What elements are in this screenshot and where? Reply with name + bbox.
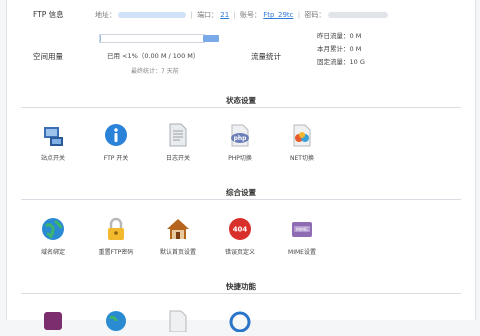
svg-text:404: 404 [233, 226, 248, 234]
shortcut-3-icon [166, 308, 190, 333]
tile-domain-binding[interactable]: 域名绑定 [23, 217, 83, 256]
password-value[interactable] [327, 12, 388, 18]
account-value[interactable]: Ftp_29tc [263, 11, 293, 19]
section-title-shortcuts: 快捷功能 [226, 282, 256, 291]
error-404-icon: 404 [228, 217, 252, 241]
space-usage-text: 已用 <1%（0.00 M / 100 M） [107, 52, 200, 60]
port-value[interactable]: 21 [220, 11, 229, 19]
section-title-general: 综合设置 [226, 188, 256, 197]
tile-error-page[interactable]: 404 错误页定义 [210, 217, 270, 256]
traffic-label: 流量统计 [251, 52, 281, 61]
svg-text:MIME: MIME [296, 227, 308, 233]
tile-log-switch[interactable]: 日志开关 [148, 123, 208, 162]
traffic-yesterday: 昨日流量：0 M [317, 32, 362, 40]
space-usage-label: 空间用量 [33, 52, 63, 61]
tile-reset-ftp-password[interactable]: 重置FTP密码 [86, 217, 146, 256]
account-label: 账号： [240, 11, 262, 19]
tile-site-switch[interactable]: 站点开关 [23, 123, 83, 162]
password-label: 密码： [304, 11, 326, 19]
tile-php-switch[interactable]: php PHP切换 [210, 123, 270, 162]
tile-shortcut-2[interactable] [86, 308, 146, 332]
globe-icon [41, 217, 65, 241]
traffic-stats: 昨日流量：0 M 本月累计：0 M 固定流量：10 G [317, 30, 365, 69]
net-icon [290, 123, 314, 147]
php-icon: php [228, 123, 252, 147]
section-title-status: 状态设置 [226, 96, 256, 105]
tile-shortcut-3[interactable] [148, 308, 208, 333]
port-label: 端口： [197, 11, 219, 19]
tile-shortcut-1[interactable] [23, 308, 83, 332]
mime-icon: MIME [290, 217, 314, 241]
shortcut-1-icon [41, 308, 65, 332]
tile-mime-settings[interactable]: MIME MIME设置 [272, 217, 332, 256]
ftp-info-label: FTP 信息 [33, 10, 64, 19]
space-usage-bar [99, 34, 205, 43]
address-label: 地址： [95, 11, 116, 19]
shortcut-2-icon [104, 308, 128, 332]
tile-shortcut-4[interactable] [210, 308, 270, 333]
divider [21, 107, 461, 108]
lock-icon [104, 217, 128, 241]
ftp-info-icon [104, 123, 128, 147]
tile-ftp-switch[interactable]: FTP 开关 [86, 123, 146, 162]
space-usage-note: 最终统计：7 天前 [131, 68, 179, 75]
host-panel: FTP 信息 地址： | 端口： 21 | 账号： Ftp_29tc | 密码：… [6, 0, 476, 333]
space-usage-fill [100, 35, 102, 42]
svg-text:php: php [234, 135, 248, 142]
tile-default-homepage[interactable]: 默认首页设置 [148, 217, 208, 256]
divider [21, 199, 461, 200]
site-switch-icon [41, 123, 65, 147]
tile-net-switch[interactable]: NET切换 [272, 123, 332, 162]
refresh-button[interactable] [203, 35, 219, 42]
traffic-limit: 固定流量：10 G [317, 58, 365, 66]
traffic-month: 本月累计：0 M [317, 45, 362, 53]
address-value[interactable] [118, 12, 187, 18]
home-icon [166, 217, 190, 241]
shortcut-4-icon [228, 308, 252, 333]
log-file-icon [166, 123, 190, 147]
divider [21, 293, 461, 294]
